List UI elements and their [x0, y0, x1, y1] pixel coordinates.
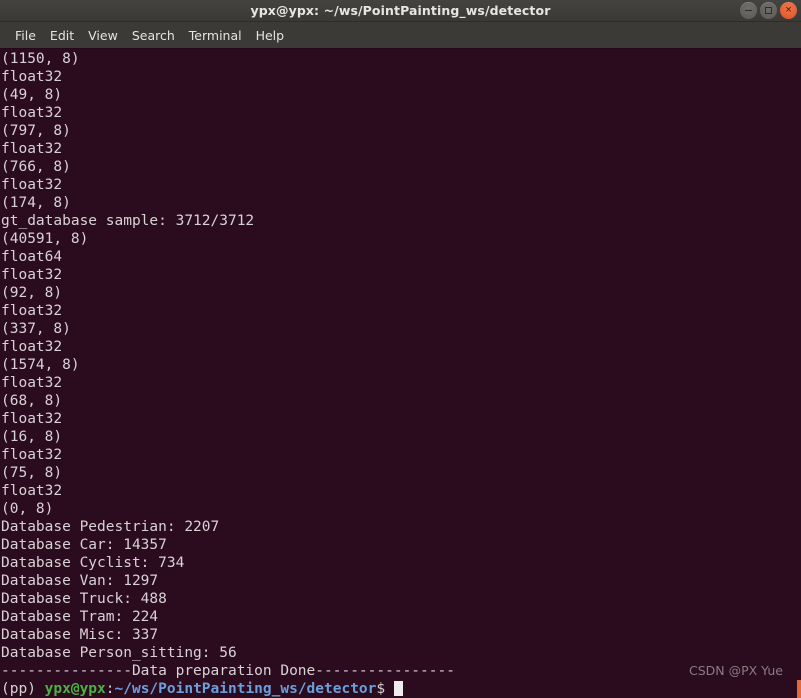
terminal-line: float32 [1, 177, 63, 193]
terminal-line: (797, 8) [1, 123, 71, 139]
menu-item-view[interactable]: View [81, 26, 125, 45]
close-button[interactable]: × [780, 2, 797, 19]
terminal-line: (16, 8) [1, 429, 63, 445]
terminal-line: Database Misc: 337 [1, 627, 159, 643]
terminal-line: Database Truck: 488 [1, 591, 167, 607]
text-cursor [393, 681, 403, 696]
terminal-line: (174, 8) [1, 195, 71, 211]
terminal-line: (1574, 8) [1, 357, 80, 373]
shell-prompt-line[interactable]: (pp) ypx@ypx:~/ws/PointPainting_ws/detec… [1, 680, 801, 698]
prompt-sigil: $ [376, 681, 394, 697]
prompt-user-host: ypx@ypx [44, 681, 106, 697]
terminal-line: (1150, 8) [1, 51, 80, 67]
terminal-line: (92, 8) [1, 285, 63, 301]
terminal-line: (337, 8) [1, 321, 71, 337]
terminal-output-area[interactable]: (1150, 8) float32 (49, 8) float32 (797, 8) fl… [0, 49, 801, 698]
watermark: CSDN @PX Yue [688, 663, 783, 678]
menu-item-file[interactable]: File [8, 26, 43, 45]
terminal-line: ---------------Data preparation Done----… [1, 663, 455, 679]
terminal-line: float32 [1, 375, 63, 391]
terminal-line: Database Car: 14357 [1, 537, 167, 553]
maximize-button[interactable] [760, 2, 777, 19]
terminal-line: (75, 8) [1, 465, 63, 481]
prompt-separator: : [105, 681, 115, 697]
terminal-line: (0, 8) [1, 501, 54, 517]
prompt-path: ~/ws/PointPainting_ws/detector [114, 681, 377, 697]
terminal-window: ypx@ypx: ~/ws/PointPainting_ws/detector … [0, 0, 801, 698]
terminal-line: float32 [1, 411, 63, 427]
terminal-line: float32 [1, 105, 63, 121]
window-controls: × [740, 2, 797, 19]
terminal-text: (1150, 8) float32 (49, 8) float32 (797, 8) fl… [1, 50, 801, 698]
terminal-line: (40591, 8) [1, 231, 89, 247]
prompt-env: (pp) [1, 681, 45, 697]
menu-item-search[interactable]: Search [125, 26, 182, 45]
title-bar[interactable]: ypx@ypx: ~/ws/PointPainting_ws/detector … [0, 0, 801, 22]
maximize-icon [760, 2, 777, 19]
menu-bar: File Edit View Search Terminal Help [0, 22, 801, 49]
terminal-line: float32 [1, 447, 63, 463]
window-title: ypx@ypx: ~/ws/PointPainting_ws/detector [250, 3, 551, 18]
terminal-scrollbar[interactable] [797, 49, 801, 698]
terminal-line: (68, 8) [1, 393, 63, 409]
close-icon: × [784, 5, 793, 15]
menu-item-terminal[interactable]: Terminal [182, 26, 249, 45]
terminal-line: Database Tram: 224 [1, 609, 159, 625]
terminal-scrollbar-thumb[interactable] [797, 680, 801, 698]
menu-item-help[interactable]: Help [249, 26, 292, 45]
terminal-line: float32 [1, 69, 63, 85]
minimize-icon [740, 2, 757, 19]
terminal-line: (766, 8) [1, 159, 71, 175]
menu-item-edit[interactable]: Edit [43, 26, 81, 45]
terminal-line: Database Van: 1297 [1, 573, 159, 589]
terminal-line: float32 [1, 303, 63, 319]
terminal-line: Database Cyclist: 734 [1, 555, 185, 571]
terminal-line: float32 [1, 483, 63, 499]
terminal-line: float32 [1, 339, 63, 355]
terminal-line: float32 [1, 141, 63, 157]
terminal-line: float64 [1, 249, 63, 265]
minimize-button[interactable] [740, 2, 757, 19]
terminal-line: gt_database sample: 3712/3712 [1, 213, 255, 229]
terminal-line: float32 [1, 267, 63, 283]
terminal-line: (49, 8) [1, 87, 63, 103]
terminal-line: Database Person_sitting: 56 [1, 645, 237, 661]
terminal-line: Database Pedestrian: 2207 [1, 519, 220, 535]
